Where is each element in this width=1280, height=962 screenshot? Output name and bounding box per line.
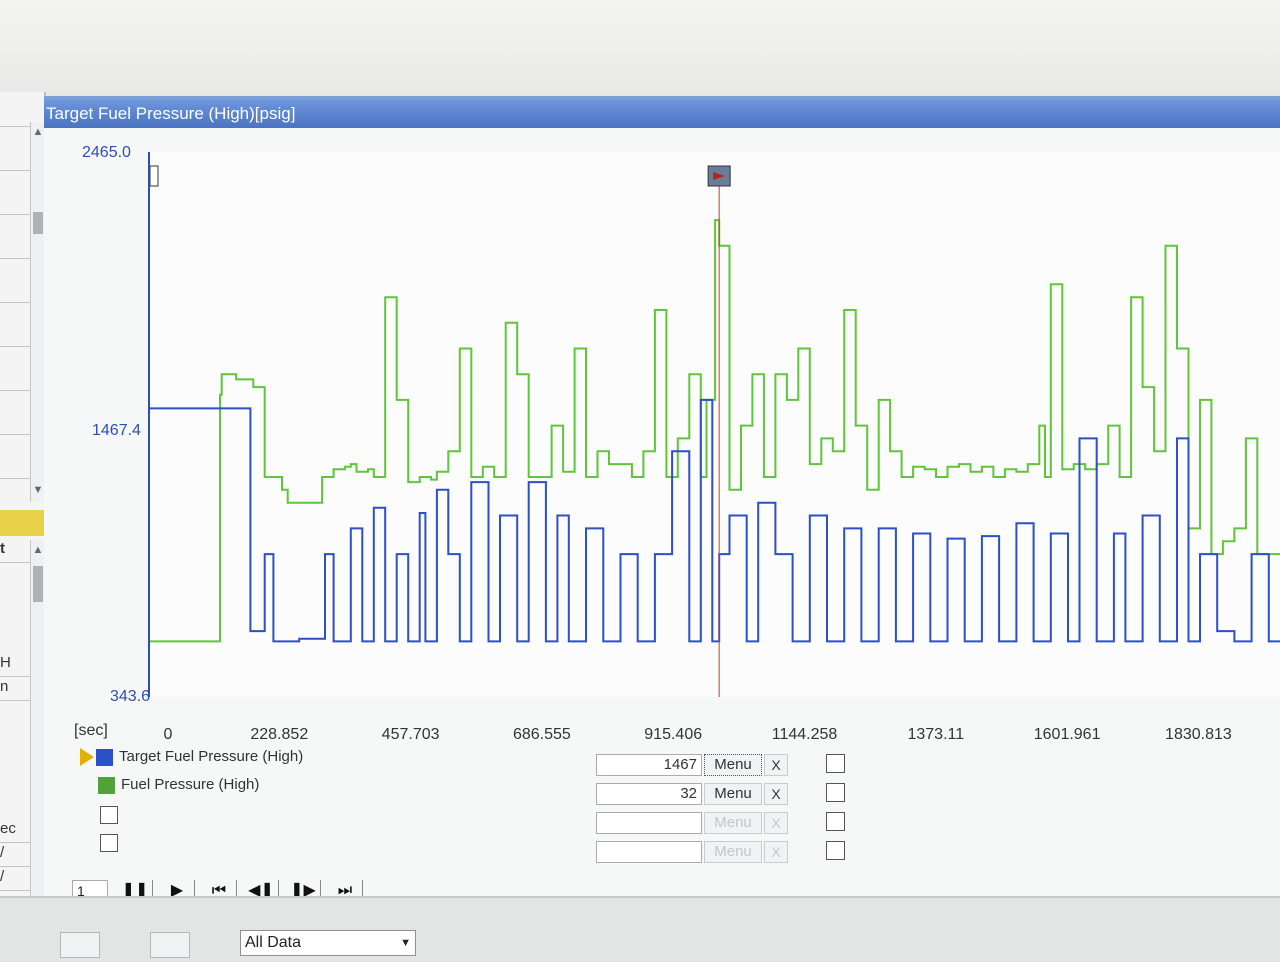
plot-area[interactable]: [148, 152, 1280, 697]
record-transfer-icon[interactable]: [150, 932, 190, 958]
channel-menu-button[interactable]: Menu: [704, 754, 762, 776]
channel-menu-button[interactable]: Menu: [704, 812, 762, 834]
channel-value-field[interactable]: 1467: [596, 754, 702, 776]
left-cell[interactable]: [0, 302, 30, 347]
channel-menu-button[interactable]: Menu: [704, 783, 762, 805]
x-tick-label: 686.555: [512, 726, 571, 743]
channel-checkbox[interactable]: [826, 812, 845, 831]
left-cell[interactable]: [0, 214, 30, 259]
x-tick-label: 915.406: [644, 726, 703, 743]
chevron-down-icon[interactable]: ▼: [400, 931, 411, 955]
x-tick-label: 1601.961: [1033, 726, 1101, 743]
channel-value-field[interactable]: [596, 812, 702, 834]
channel-close-button[interactable]: X: [764, 754, 788, 776]
channel-menu-button[interactable]: Menu: [704, 841, 762, 863]
legend-swatch: [98, 776, 115, 794]
x-tick-label: 0: [163, 726, 173, 743]
left-scrollbar-upper[interactable]: ▲ ▼: [30, 122, 45, 502]
legend-item-empty[interactable]: [80, 832, 118, 854]
legend-item-target-fuel-pressure[interactable]: Target Fuel Pressure (High): [80, 746, 303, 768]
empty-channel-checkbox[interactable]: [100, 834, 118, 853]
legend-label: Target Fuel Pressure (High): [119, 748, 304, 765]
monitor-bezel: [0, 0, 1280, 92]
selected-row-highlight[interactable]: [0, 510, 48, 536]
left-cell[interactable]: ec: [0, 820, 30, 843]
active-marker-icon: [80, 748, 94, 767]
y-tick-label: 343.6: [110, 688, 151, 705]
left-cell[interactable]: [0, 390, 30, 435]
legend-item-empty[interactable]: [80, 804, 118, 826]
left-cell-selected[interactable]: t: [0, 540, 30, 563]
window-title: Target Fuel Pressure (High)[psig]: [44, 100, 1280, 128]
scroll-up-icon[interactable]: ▲: [31, 544, 45, 556]
series-line-fuel-pressure: [150, 219, 1280, 643]
channel-checkbox[interactable]: [826, 754, 845, 773]
empty-channel-checkbox[interactable]: [100, 806, 118, 825]
data-filter-value: All Data: [245, 934, 302, 951]
left-panel: ▲ ▼ t ▲ ▼ H n ec / /: [0, 92, 48, 960]
scroll-thumb[interactable]: [33, 212, 43, 234]
left-cell[interactable]: /: [0, 868, 30, 891]
left-cell[interactable]: [0, 170, 30, 215]
start-marker-icon[interactable]: [150, 165, 159, 187]
channel-checkbox[interactable]: [826, 841, 845, 860]
channel-close-button[interactable]: X: [764, 841, 788, 863]
scroll-thumb[interactable]: [33, 566, 43, 602]
scroll-up-icon[interactable]: ▲: [31, 126, 45, 138]
y-tick-label: 1467.4: [92, 422, 141, 439]
left-cell[interactable]: [0, 126, 30, 171]
legend-label: Fuel Pressure (High): [121, 776, 260, 793]
left-cell[interactable]: /: [0, 844, 30, 867]
left-cell[interactable]: [0, 346, 30, 391]
line-chart[interactable]: [150, 152, 1280, 697]
legend-swatch: [96, 748, 113, 766]
channel-close-button[interactable]: X: [764, 783, 788, 805]
left-cell[interactable]: [0, 258, 30, 303]
channel-close-button[interactable]: X: [764, 812, 788, 834]
left-cell[interactable]: n: [0, 678, 30, 701]
left-cell[interactable]: H: [0, 654, 30, 677]
graph-window: Target Fuel Pressure (High)[psig] 2465.0…: [44, 96, 1280, 902]
y-tick-label: 2465.0: [82, 144, 131, 161]
channel-value-field[interactable]: 32: [596, 783, 702, 805]
bottom-toolbar: All Data ▼: [0, 896, 1280, 962]
left-cell[interactable]: [0, 92, 30, 127]
channel-checkbox[interactable]: [826, 783, 845, 802]
x-tick-label: 457.703: [381, 726, 440, 743]
scroll-down-icon[interactable]: ▼: [31, 484, 45, 496]
document-icon[interactable]: [60, 932, 100, 958]
left-cell[interactable]: [0, 434, 30, 479]
data-filter-select[interactable]: All Data ▼: [240, 930, 416, 956]
x-tick-label: 1830.813: [1165, 726, 1232, 743]
x-axis-unit: [sec]: [74, 722, 108, 739]
x-tick-label: 228.852: [250, 726, 309, 743]
legend-item-fuel-pressure[interactable]: Fuel Pressure (High): [80, 774, 259, 796]
channel-value-field[interactable]: [596, 841, 702, 863]
x-tick-label: 1144.258: [771, 726, 838, 743]
series-line-target-fuel-pressure: [150, 398, 1280, 643]
x-tick-label: 1373.11: [907, 726, 965, 743]
